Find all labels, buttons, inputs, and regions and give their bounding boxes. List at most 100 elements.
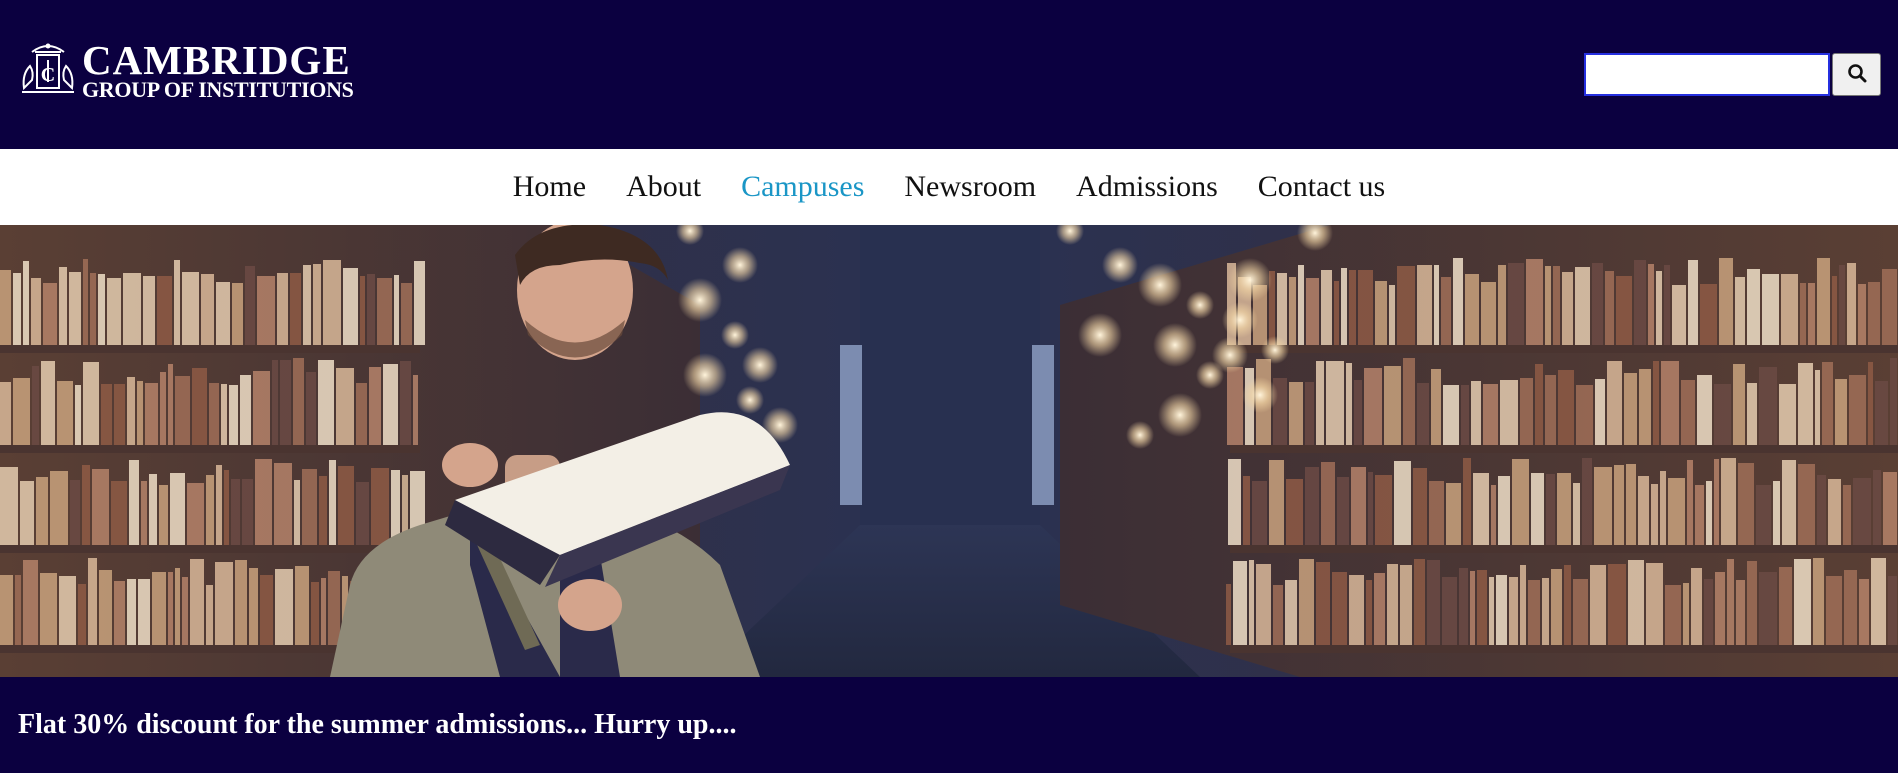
book-spine xyxy=(23,560,38,645)
promo-banner: Flat 30% discount for the summer admissi… xyxy=(0,677,1898,773)
book-spine xyxy=(174,260,180,345)
main-nav: Home About Campuses Newsroom Admissions … xyxy=(0,149,1898,225)
book-spine xyxy=(1243,476,1250,545)
book-spine xyxy=(1607,361,1622,445)
book-spine xyxy=(401,283,412,345)
shelf-board xyxy=(1230,645,1898,653)
book-spine xyxy=(1653,361,1659,445)
book-spine xyxy=(1470,571,1475,645)
book-spine xyxy=(190,559,204,645)
nav-contact-us[interactable]: Contact us xyxy=(1258,170,1386,204)
search-input[interactable] xyxy=(1584,53,1830,96)
svg-text:C: C xyxy=(41,64,55,86)
book-spine xyxy=(1590,565,1606,645)
book-spine xyxy=(1773,481,1780,545)
book-spine xyxy=(1759,367,1777,445)
book-spine xyxy=(1668,478,1685,545)
book-spine xyxy=(1413,468,1427,545)
book-spine xyxy=(182,272,199,345)
book-spine xyxy=(253,371,270,445)
book-spine xyxy=(0,467,18,545)
book-spine xyxy=(1473,473,1489,545)
nav-admissions[interactable]: Admissions xyxy=(1076,170,1218,204)
book-spine xyxy=(1400,565,1412,645)
book-spine xyxy=(1227,367,1243,445)
ceiling-light xyxy=(1126,421,1154,449)
book-spine xyxy=(400,361,411,445)
book-spine xyxy=(1546,474,1555,545)
book-spine xyxy=(216,465,222,545)
book-spine xyxy=(1375,281,1387,345)
book-spine xyxy=(1832,276,1837,345)
book-spine xyxy=(1871,558,1886,645)
book-spine xyxy=(1512,459,1529,545)
ceiling-light xyxy=(722,247,758,283)
search-button[interactable] xyxy=(1832,53,1881,96)
book-spine xyxy=(145,383,158,445)
ceiling-light xyxy=(1102,247,1138,283)
book-spine xyxy=(295,566,309,645)
nav-newsroom[interactable]: Newsroom xyxy=(904,170,1036,204)
book-spine xyxy=(1664,265,1670,345)
book-spine xyxy=(1781,274,1798,345)
book-spine xyxy=(141,481,147,545)
book-spine xyxy=(303,265,311,345)
book-spine xyxy=(1387,564,1398,645)
book-spine xyxy=(1305,382,1314,445)
book-spine xyxy=(1564,565,1571,645)
book-spine xyxy=(160,372,166,445)
book-spine xyxy=(1520,378,1533,445)
book-spine xyxy=(1706,481,1712,545)
book-spine xyxy=(0,382,11,445)
book-spine xyxy=(1442,577,1457,645)
book-spine xyxy=(1397,266,1415,345)
ceiling-light xyxy=(1212,337,1248,373)
book-spine xyxy=(1868,282,1880,345)
book-spine xyxy=(1868,362,1873,445)
nav-campuses[interactable]: Campuses xyxy=(741,170,864,204)
book-spine xyxy=(1364,368,1382,445)
ceiling-light xyxy=(1222,302,1258,338)
shelf-board xyxy=(0,345,420,353)
book-spine xyxy=(206,585,213,645)
book-spine xyxy=(383,364,398,445)
book-spine xyxy=(1719,258,1733,345)
book-spine xyxy=(1747,561,1757,645)
book-spine xyxy=(1551,569,1562,645)
book-spine xyxy=(1285,580,1297,645)
book-spine xyxy=(356,383,367,445)
site-logo[interactable]: C CAMBRIDGE GROUP OF INSTITUTIONS xyxy=(18,38,354,103)
book-spine xyxy=(1526,259,1543,345)
book-spine xyxy=(1687,460,1693,545)
book-spine xyxy=(31,278,41,345)
nav-about[interactable]: About xyxy=(626,170,701,204)
book-spine xyxy=(323,260,341,345)
book-spine xyxy=(1575,267,1590,345)
book-spine xyxy=(1489,577,1494,645)
book-spine xyxy=(149,474,157,545)
book-spine xyxy=(1298,265,1304,345)
book-spine xyxy=(1491,485,1496,545)
book-spine xyxy=(1545,266,1551,345)
book-spine xyxy=(1794,559,1811,645)
book-spine xyxy=(1614,465,1624,545)
book-spine xyxy=(129,460,139,545)
book-spine xyxy=(152,572,166,645)
logo-subtitle: GROUP OF INSTITUTIONS xyxy=(82,77,354,102)
book-spine xyxy=(311,582,319,645)
logo-title: CAMBRIDGE xyxy=(82,37,351,83)
book-spine xyxy=(1800,283,1806,345)
book-spine xyxy=(41,361,55,445)
book-spine xyxy=(1441,277,1451,345)
nav-home[interactable]: Home xyxy=(513,170,586,204)
book-spine xyxy=(306,372,316,445)
book-spine xyxy=(1358,270,1373,345)
book-spine xyxy=(1704,579,1713,645)
book-spine xyxy=(1756,485,1771,545)
book-spine xyxy=(92,469,109,545)
book-spine xyxy=(99,570,112,645)
book-spine xyxy=(1316,562,1330,645)
book-spine xyxy=(1628,560,1644,645)
book-spine xyxy=(1351,467,1366,545)
ceiling-light xyxy=(736,386,764,414)
